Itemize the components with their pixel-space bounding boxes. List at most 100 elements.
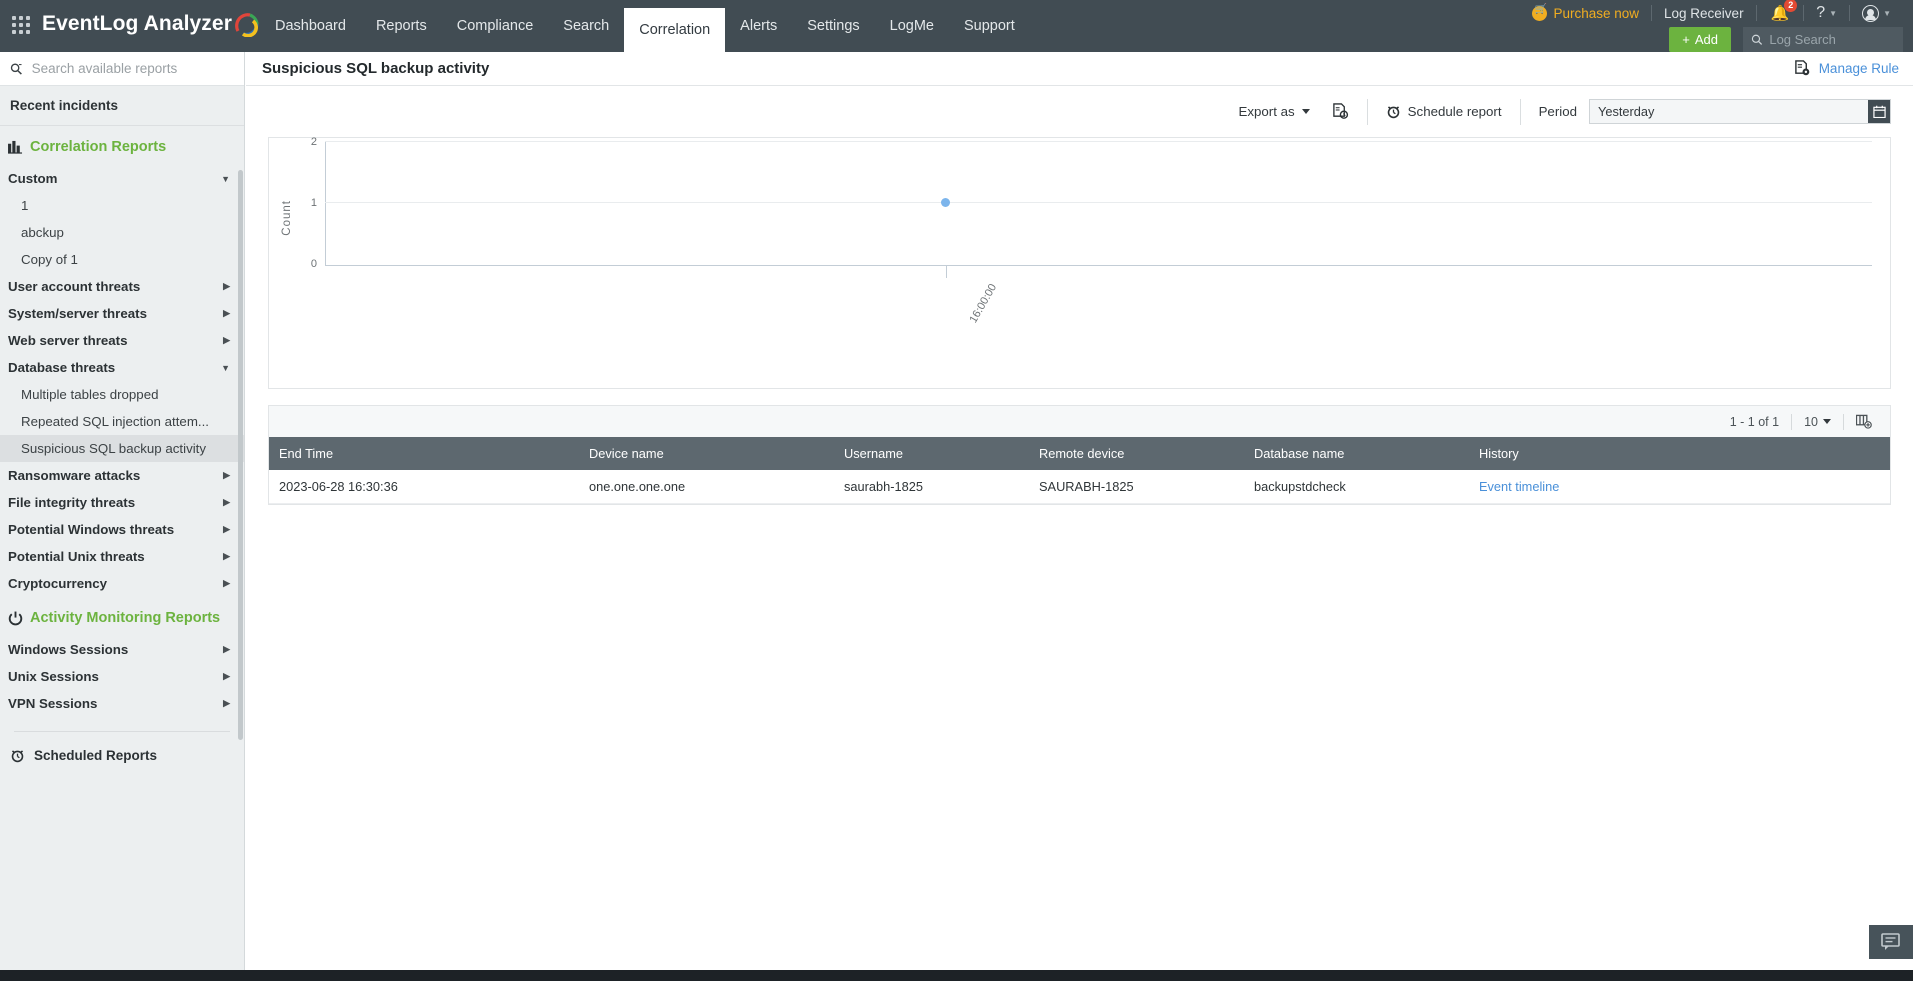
sidebar-item-custom[interactable]: Custom ▼ <box>0 165 244 192</box>
table-header: End Time Device name Username Remote dev… <box>269 437 1890 470</box>
add-button[interactable]: + Add <box>1669 27 1731 52</box>
sidebar-item-web-server-threats[interactable]: Web server threats ▶ <box>0 327 244 354</box>
sidebar-item-label: Cryptocurrency <box>8 576 108 591</box>
sidebar-item-abckup[interactable]: abckup <box>0 219 244 246</box>
chevron-right-icon: ▶ <box>223 644 230 654</box>
sidebar-item-vpn-sessions[interactable]: VPN Sessions ▶ <box>0 690 244 717</box>
page-title: Suspicious SQL backup activity <box>262 60 490 77</box>
report-toolbar: Export as Schedule report Period Yesterd… <box>246 86 1913 137</box>
app-logo[interactable]: EventLog Analyzer <box>42 7 260 41</box>
chart-data-point[interactable] <box>941 198 950 207</box>
sidebar-item-database-threats[interactable]: Database threats ▼ <box>0 354 244 381</box>
export-as-dropdown[interactable]: Export as <box>1239 104 1310 119</box>
alarm-clock-icon <box>11 750 24 763</box>
nav-tab-reports[interactable]: Reports <box>361 8 442 44</box>
period-input[interactable] <box>1590 100 1868 123</box>
sidebar-item-label: Repeated SQL injection attem... <box>21 414 209 429</box>
page-size-value: 10 <box>1804 414 1818 429</box>
event-timeline-link[interactable]: Event timeline <box>1469 470 1890 504</box>
feedback-button[interactable] <box>1869 925 1913 959</box>
column-header-remote-device[interactable]: Remote device <box>1029 437 1244 470</box>
sidebar-item-label: System/server threats <box>8 306 147 321</box>
add-button-label: Add <box>1694 32 1718 47</box>
column-header-database-name[interactable]: Database name <box>1244 437 1469 470</box>
sidebar-item-label: Potential Windows threats <box>8 522 175 537</box>
chevron-down-icon: ▼ <box>1829 8 1838 18</box>
sidebar-item-windows-sessions[interactable]: Windows Sessions ▶ <box>0 636 244 663</box>
sidebar: Recent incidents Correlation Reports Cus… <box>0 52 245 970</box>
nav-tab-dashboard[interactable]: Dashboard <box>260 8 361 44</box>
brand-swirl-icon <box>234 11 260 38</box>
column-header-username[interactable]: Username <box>834 437 1029 470</box>
user-avatar-icon <box>1862 4 1880 22</box>
nav-tab-support[interactable]: Support <box>949 8 1030 44</box>
table-body: 2023-06-28 16:30:36 one.one.one.one saur… <box>269 470 1890 504</box>
log-search-input[interactable] <box>1769 32 1895 47</box>
chevron-right-icon: ▶ <box>223 497 230 507</box>
sidebar-item-system-server-threats[interactable]: System/server threats ▶ <box>0 300 244 327</box>
chevron-right-icon: ▶ <box>223 671 230 681</box>
sidebar-item-potential-unix-threats[interactable]: Potential Unix threats ▶ <box>0 543 244 570</box>
notifications-button[interactable]: 🔔 2 <box>1757 0 1804 23</box>
sidebar-item-multiple-tables-dropped[interactable]: Multiple tables dropped <box>0 381 244 408</box>
sidebar-item-ransomware-attacks[interactable]: Ransomware attacks ▶ <box>0 462 244 489</box>
page-size-dropdown[interactable]: 10 <box>1792 415 1843 429</box>
cell-username: saurabh-1825 <box>834 470 1029 504</box>
table-header-row: End Time Device name Username Remote dev… <box>269 437 1890 470</box>
grid-apps-icon[interactable] <box>8 12 34 38</box>
sidebar-item-copy-of-1[interactable]: Copy of 1 <box>0 246 244 273</box>
sidebar-item-repeated-sql-injection-attempts[interactable]: Repeated SQL injection attem... <box>0 408 244 435</box>
nav-tab-compliance[interactable]: Compliance <box>442 8 549 44</box>
period-selector[interactable] <box>1589 99 1891 124</box>
report-search-box[interactable] <box>0 52 244 86</box>
sidebar-item-user-account-threats[interactable]: User account threats ▶ <box>0 273 244 300</box>
sidebar-item-scheduled-reports[interactable]: Scheduled Reports <box>0 732 244 763</box>
nav-tab-correlation[interactable]: Correlation <box>624 8 726 52</box>
user-account-menu-button[interactable]: ▼ <box>1850 0 1903 26</box>
nav-tab-search[interactable]: Search <box>548 8 624 44</box>
results-table: End Time Device name Username Remote dev… <box>269 437 1890 504</box>
sidebar-item-cryptocurrency[interactable]: Cryptocurrency ▶ <box>0 570 244 597</box>
sidebar-item-label: Windows Sessions <box>8 642 129 657</box>
log-search-box[interactable] <box>1743 27 1903 52</box>
nav-tab-logme[interactable]: LogMe <box>875 8 949 44</box>
log-receiver-button[interactable]: Log Receiver <box>1652 0 1756 26</box>
pagination-range: 1 - 1 of 1 <box>1729 414 1780 429</box>
sidebar-item-suspicious-sql-backup-activity[interactable]: Suspicious SQL backup activity <box>0 435 244 462</box>
chevron-right-icon: ▶ <box>223 524 230 534</box>
sidebar-item-1[interactable]: 1 <box>0 192 244 219</box>
chevron-right-icon: ▶ <box>223 470 230 480</box>
chevron-down-icon <box>1301 109 1310 114</box>
sidebar-scrollbar[interactable] <box>238 170 243 740</box>
sidebar-section-correlation-reports[interactable]: Correlation Reports <box>0 126 244 165</box>
export-history-button[interactable] <box>1332 103 1349 120</box>
sidebar-section-activity-monitoring-reports[interactable]: Activity Monitoring Reports <box>0 597 244 636</box>
nav-tab-alerts[interactable]: Alerts <box>725 8 792 44</box>
cell-remote-device: SAURABH-1825 <box>1029 470 1244 504</box>
header-action-row: + Add <box>1669 27 1903 52</box>
sidebar-item-file-integrity-threats[interactable]: File integrity threats ▶ <box>0 489 244 516</box>
column-header-end-time[interactable]: End Time <box>269 437 579 470</box>
column-settings-button[interactable] <box>1844 414 1884 429</box>
manage-rule-button[interactable]: Manage Rule <box>1794 60 1899 77</box>
chevron-right-icon: ▶ <box>223 578 230 588</box>
table-row[interactable]: 2023-06-28 16:30:36 one.one.one.one saur… <box>269 470 1890 504</box>
calendar-icon[interactable] <box>1868 100 1890 123</box>
purchase-now-button[interactable]: Purchase now <box>1520 0 1651 26</box>
report-search-input[interactable] <box>31 61 234 76</box>
column-header-history[interactable]: History <box>1469 437 1890 470</box>
help-menu-button[interactable]: ? ▼ <box>1804 0 1849 26</box>
section-label: Correlation Reports <box>30 139 167 155</box>
sidebar-item-label: User account threats <box>8 279 141 294</box>
nav-tab-settings[interactable]: Settings <box>792 8 874 44</box>
sidebar-item-unix-sessions[interactable]: Unix Sessions ▶ <box>0 663 244 690</box>
schedule-report-button[interactable]: Schedule report <box>1386 104 1502 119</box>
sidebar-item-label: Custom <box>8 171 58 186</box>
header-utility-row: Purchase now Log Receiver 🔔 2 ? ▼ ▼ <box>1520 0 1903 26</box>
purchase-now-label: Purchase now <box>1553 5 1640 21</box>
sidebar-item-potential-windows-threats[interactable]: Potential Windows threats ▶ <box>0 516 244 543</box>
plus-icon: + <box>1682 32 1690 47</box>
sidebar-item-recent-incidents[interactable]: Recent incidents <box>0 86 244 126</box>
column-header-device-name[interactable]: Device name <box>579 437 834 470</box>
notification-count-badge: 2 <box>1784 0 1798 12</box>
